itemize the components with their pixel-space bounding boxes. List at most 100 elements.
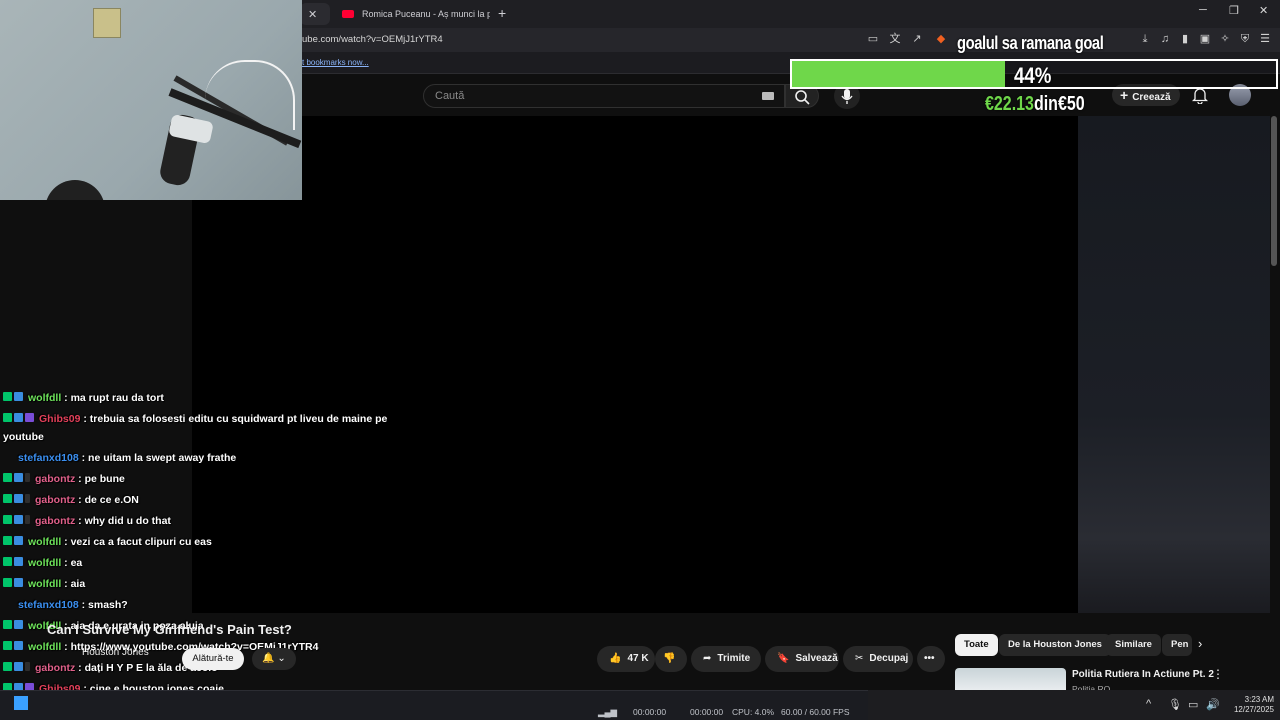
subscription-bell-button[interactable]: 🔔 ⌄ [252, 648, 296, 670]
more-actions-button[interactable]: ••• [917, 646, 945, 672]
recommendation-thumbnail[interactable] [955, 668, 1066, 690]
recommendation-title[interactable]: Politia Rutiera In Actiune Pt. 2 [1072, 669, 1214, 680]
chat-text: : de ce e.ON [75, 494, 139, 506]
chat-badges [3, 578, 25, 590]
video-player[interactable] [192, 116, 1078, 613]
ai-icon[interactable]: ✧ [1218, 32, 1232, 46]
chat-username[interactable]: wolfdll [28, 536, 61, 548]
chat-message: stefanxd108 : ne uitam la swept away fra… [3, 452, 236, 464]
create-label: Creează [1132, 92, 1171, 103]
download-icon[interactable]: ⤓ [1138, 32, 1152, 46]
music-icon[interactable]: ♫ [1158, 32, 1172, 46]
like-button[interactable]: 👍 47 K [597, 646, 655, 672]
chat-badge-icon [25, 515, 30, 525]
url-field[interactable]: ube.com/watch?v=OEMjJ1rYTR4 [302, 34, 443, 45]
dislike-button[interactable]: 👎 [655, 646, 687, 672]
keyboard-icon[interactable] [762, 92, 774, 100]
chat-badge-icon [25, 413, 34, 423]
search-input[interactable]: Caută [423, 84, 785, 108]
import-bookmarks-link[interactable]: t bookmarks now... [302, 58, 369, 67]
chat-text: : vezi ca a facut clipuri cu eas [61, 536, 212, 548]
chat-badges [3, 494, 32, 506]
chat-username[interactable]: gabontz [35, 515, 75, 527]
obs-status-bar: ▂▄▆ 00:00:00 00:00:00 CPU: 4.0% 60.00 / … [0, 690, 868, 720]
chat-badge-icon [14, 557, 23, 567]
webcam-overlay [0, 0, 302, 200]
chat-text: : why did u do that [75, 515, 171, 527]
chat-text-continuation: youtube [3, 431, 44, 443]
share-arrow-icon: ➦ [703, 653, 712, 664]
tab-youtube-romica[interactable]: Romica Puceanu - Aș munci la plug ș [334, 3, 490, 25]
chevron-down-icon: ⌄ [277, 653, 286, 664]
chat-text: : smash? [78, 599, 128, 611]
save-button[interactable]: 🔖 Salvează [765, 646, 839, 672]
chevron-right-icon[interactable]: › [1198, 636, 1202, 651]
chat-badges [3, 536, 25, 548]
translate-icon[interactable]: 文 [888, 32, 902, 46]
minimize-button[interactable]: ─ [1199, 4, 1207, 16]
cast-icon[interactable]: ▭ [866, 32, 880, 46]
chat-username[interactable]: wolfdll [28, 392, 61, 404]
channel-name[interactable]: Houston Jones [82, 647, 149, 658]
chat-username[interactable]: wolfdll [28, 557, 61, 569]
chat-message: wolfdll : ma rupt rau da tort [3, 392, 164, 404]
close-tab-icon[interactable]: ✕ [308, 8, 317, 21]
chip-more[interactable]: Pen [1162, 634, 1192, 656]
chat-badge-icon [25, 662, 30, 672]
chip-related[interactable]: Similare [1106, 634, 1161, 656]
tab-active[interactable]: ✕ [300, 3, 330, 25]
chat-badge-icon [25, 494, 30, 504]
cpu-usage: CPU: 4.0% [732, 707, 775, 717]
close-window-button[interactable]: ✕ [1259, 4, 1268, 17]
maximize-button[interactable]: ❐ [1229, 4, 1239, 17]
headphones-image [45, 180, 105, 200]
new-tab-button[interactable]: + [498, 5, 506, 21]
windows-start-icon[interactable] [14, 696, 28, 710]
chat-badge-icon [3, 536, 12, 546]
chip-from-channel[interactable]: De la Houston Jones [999, 634, 1111, 656]
thumbs-up-icon: 👍 [609, 653, 622, 664]
join-button[interactable]: Alătură-te [182, 648, 244, 670]
sidebar-icon[interactable]: ▮ [1178, 32, 1192, 46]
plus-icon: + [1120, 87, 1129, 103]
chat-username[interactable]: stefanxd108 [18, 452, 79, 464]
chat-badge-icon [14, 515, 23, 525]
microphone-tray-icon[interactable]: 🎙 [1168, 698, 1182, 711]
recommendation-menu-icon[interactable]: ⋮ [1212, 667, 1224, 681]
donation-goal-title: goalul sa ramana goal [957, 33, 1104, 53]
chat-text: : ma rupt rau da tort [61, 392, 164, 404]
vpn-icon[interactable]: ⛨ [1238, 32, 1252, 46]
chat-badge-icon [14, 662, 23, 672]
volume-icon[interactable]: 🔊 [1206, 698, 1220, 711]
share-button[interactable]: ➦ Trimite [691, 646, 761, 672]
chat-username[interactable]: stefanxd108 [18, 599, 79, 611]
show-hidden-icons-icon[interactable]: ^ [1146, 698, 1151, 710]
chat-text: : ne uitam la swept away frathe [78, 452, 237, 464]
chat-badges [3, 473, 32, 485]
network-icon[interactable]: ▭ [1188, 698, 1198, 711]
chip-all[interactable]: Toate [955, 634, 998, 656]
chat-username[interactable]: Ghibs09 [39, 413, 80, 425]
chat-username[interactable]: gabontz [35, 473, 75, 485]
chat-badge-icon [3, 392, 12, 402]
taskbar-clock[interactable]: 3:23 AM 12/27/2025 [1224, 695, 1274, 715]
scissors-icon: ✂ [855, 653, 864, 664]
page-scrollbar[interactable] [1271, 116, 1277, 266]
thumbs-down-icon: 👎 [663, 653, 676, 664]
brave-shield-icon[interactable]: ◆ [934, 32, 948, 46]
menu-icon[interactable]: ☰ [1258, 32, 1272, 46]
like-count: 47 K [627, 653, 649, 664]
chat-text: : pe bune [75, 473, 125, 485]
chat-badge-icon [3, 641, 12, 651]
chat-username[interactable]: wolfdll [28, 578, 61, 590]
stream-background [1078, 116, 1270, 613]
wallet-icon[interactable]: ▣ [1198, 32, 1212, 46]
clip-button[interactable]: ✂ Decupaj [843, 646, 913, 672]
share-icon[interactable]: ↗ [910, 32, 924, 46]
chat-username[interactable]: wolfdll [28, 641, 61, 653]
chat-username[interactable]: gabontz [35, 494, 75, 506]
chat-badges [3, 662, 32, 674]
chat-badge-icon [3, 515, 12, 525]
chat-username[interactable]: gabontz [35, 662, 75, 674]
mic-cable-image [205, 60, 295, 130]
